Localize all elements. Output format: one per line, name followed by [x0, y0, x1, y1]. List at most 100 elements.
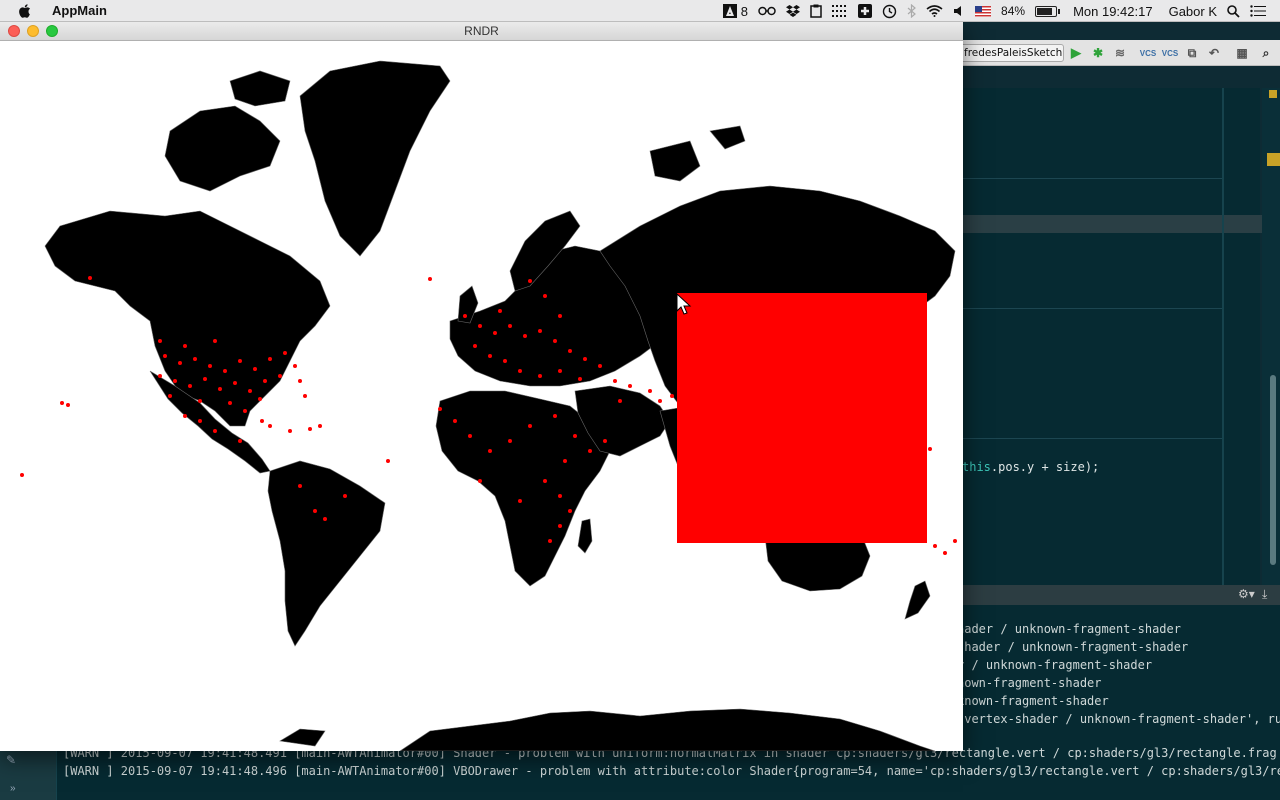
- revert-icon[interactable]: ↶: [1206, 45, 1222, 61]
- time-machine-icon[interactable]: [882, 0, 897, 22]
- volume-icon[interactable]: [953, 0, 965, 22]
- glasses-icon[interactable]: [758, 0, 776, 22]
- dropbox-icon[interactable]: [786, 0, 801, 22]
- point-cluster-africa: [488, 449, 492, 453]
- point-cluster-usa: [268, 357, 272, 361]
- vcs-commit-label: VCS: [1161, 48, 1179, 58]
- app-name-menu[interactable]: AppMain: [52, 3, 107, 18]
- code-editor[interactable]: [960, 88, 1260, 588]
- console-line: shader / unknown-fragment-shader: [957, 640, 1189, 654]
- point-cluster-usa: [258, 397, 262, 401]
- search-icon[interactable]: [1227, 0, 1240, 22]
- editor-divider: [960, 178, 1222, 179]
- rndr-window[interactable]: RNDR: [0, 21, 963, 751]
- console-header: ⚙▾ ⤓: [960, 585, 1280, 605]
- point-cluster-europe: [528, 279, 532, 283]
- us-flag-icon[interactable]: [975, 0, 992, 22]
- point-cluster-usa: [253, 367, 257, 371]
- download-icon[interactable]: ⤓: [1262, 587, 1267, 602]
- plus-icon[interactable]: [858, 0, 873, 22]
- ide-search-icon[interactable]: ⌕: [1258, 45, 1274, 61]
- point-cluster-europe: [503, 359, 507, 363]
- point-cluster-usa: [188, 384, 192, 388]
- point-cluster-africa: [553, 414, 557, 418]
- wifi-icon[interactable]: [926, 0, 943, 22]
- vcs-update-icon[interactable]: VCS: [1140, 45, 1156, 61]
- vcs-commit-icon[interactable]: VCS: [1162, 45, 1178, 61]
- code-line: this.pos.y + size);: [962, 460, 1099, 474]
- point-cluster-europe: [553, 339, 557, 343]
- point-cluster-africa: [508, 439, 512, 443]
- user-menu[interactable]: Gabor K: [1169, 0, 1217, 22]
- point-cluster-usa: [278, 374, 282, 378]
- point-cluster-europe: [568, 349, 572, 353]
- console-line: [WARN ] 2015-09-07 19:41:48.496 [main-AW…: [63, 764, 1280, 778]
- clock[interactable]: Mon 19:42:17: [1073, 0, 1153, 22]
- editor-separator: [960, 215, 1280, 233]
- point-cluster-africa: [478, 479, 482, 483]
- point-cluster-europe: [618, 399, 622, 403]
- point-cluster-usa: [163, 354, 167, 358]
- point-cluster-africa: [438, 407, 442, 411]
- point-cluster-europe: [658, 399, 662, 403]
- point-cluster-usa: [203, 377, 207, 381]
- point-cluster-usa: [283, 351, 287, 355]
- grid-dots-icon[interactable]: [832, 0, 848, 22]
- debug-icon[interactable]: ✱: [1090, 45, 1106, 61]
- point-cluster-east-asia: [933, 544, 937, 548]
- warning-marker[interactable]: [1269, 90, 1277, 98]
- run-icon[interactable]: ▶: [1068, 45, 1084, 61]
- rndr-titlebar[interactable]: RNDR: [0, 21, 963, 41]
- point-cluster-africa: [603, 439, 607, 443]
- adobe-icon[interactable]: [722, 0, 737, 22]
- landmass-antarctica: [279, 728, 326, 747]
- point-cluster-usa: [228, 401, 232, 405]
- point-cluster-europe: [648, 389, 652, 393]
- point-cluster-europe: [493, 331, 497, 335]
- point-cluster-south-america: [313, 509, 317, 513]
- run-config-label: fredesPaleisSketch: [964, 47, 1063, 59]
- point-cluster-europe: [473, 344, 477, 348]
- point-cluster-africa: [548, 539, 552, 543]
- point-cluster-europe: [518, 369, 522, 373]
- point-cluster-usa: [158, 339, 162, 343]
- point-cluster-usa: [293, 364, 297, 368]
- code-text: .pos.y + size);: [990, 460, 1100, 474]
- zoom-button[interactable]: [46, 25, 58, 37]
- pin-icon[interactable]: ✎: [6, 753, 16, 767]
- close-button[interactable]: [8, 25, 20, 37]
- apple-icon[interactable]: [16, 2, 34, 20]
- list-icon[interactable]: [1250, 0, 1266, 22]
- point-cluster-usa: [193, 357, 197, 361]
- editor-divider: [960, 308, 1222, 309]
- warning-marker[interactable]: [1267, 153, 1280, 166]
- landmass-russian-arctic: [649, 140, 701, 182]
- point-cluster-usa: [218, 387, 222, 391]
- point-cluster-europe: [538, 374, 542, 378]
- coverage-icon[interactable]: ≋: [1112, 45, 1128, 61]
- point-cluster-europe: [508, 324, 512, 328]
- bluetooth-icon[interactable]: [907, 0, 916, 22]
- point-cluster-africa: [558, 524, 562, 528]
- vcs-update-label: VCS: [1139, 48, 1157, 58]
- minimize-button[interactable]: [27, 25, 39, 37]
- point-cluster-africa: [563, 459, 567, 463]
- run-config-dropdown[interactable]: fredesPaleisSketch ▾: [960, 44, 1064, 62]
- point-cluster-europe: [628, 384, 632, 388]
- landmass-madagascar: [577, 518, 593, 554]
- battery-icon[interactable]: [1035, 0, 1061, 22]
- point-cluster-caribbean: [288, 429, 292, 433]
- point-cluster-caribbean: [268, 424, 272, 428]
- editor-scroll-thumb[interactable]: [1270, 375, 1276, 565]
- landmass-antarctica: [399, 708, 936, 751]
- project-structure-icon[interactable]: ▦: [1234, 45, 1250, 61]
- clipboard-icon[interactable]: [810, 0, 822, 22]
- settings-icon[interactable]: ⚙▾: [1238, 587, 1255, 601]
- landmass-arctic-islands: [229, 70, 291, 107]
- point-cluster-usa: [260, 419, 264, 423]
- point-cluster-europe: [463, 314, 467, 318]
- compare-icon[interactable]: ⧉: [1184, 45, 1200, 61]
- expand-icon[interactable]: »: [10, 783, 16, 794]
- render-canvas[interactable]: [0, 41, 963, 751]
- landmass-north-america: [44, 210, 331, 427]
